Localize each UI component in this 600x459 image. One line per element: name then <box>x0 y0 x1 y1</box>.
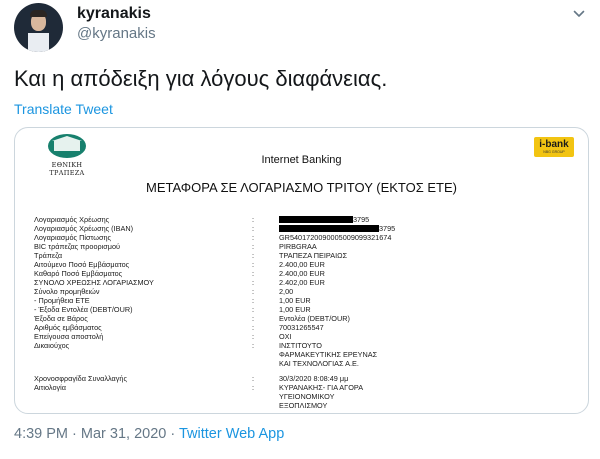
receipt-row: ΕΞΟΠΛΙΣΜΟΥ <box>34 401 574 410</box>
row-value: 70031265547 <box>279 323 324 332</box>
row-label: BIC τράπεζας προορισμού <box>34 242 121 251</box>
row-label: - Προμήθεια ΕΤΕ <box>34 296 90 305</box>
source-app-link[interactable]: Twitter Web App <box>179 426 284 442</box>
receipt-row: BIC τράπεζας προορισμού: PIRBGRAA <box>34 242 317 251</box>
receipt-details: Λογαριασμός Χρέωσης:3795 Λογαριασμός Χρέ… <box>34 215 574 410</box>
row-label: Λογαριασμός Πίστωσης <box>34 233 112 242</box>
receipt-row: ΦΑΡΜΑΚΕΥΤΙΚΗΣ ΕΡΕΥΝΑΣ <box>34 350 574 359</box>
author-name[interactable]: kyranakis <box>77 5 151 23</box>
receipt-row: Λογαριασμός Πίστωσης: GR54017200900050090… <box>34 233 392 242</box>
receipt-title: Internet Banking <box>261 154 342 166</box>
receipt-row: Τράπεζα: ΤΡΑΠΕΖΑ ΠΕΙΡΑΙΩΣ <box>34 251 348 260</box>
receipt-row: - Προμήθεια ΕΤΕ:1,00 EUR <box>34 296 311 305</box>
row-label: Αριθμός εμβάσματος <box>34 323 102 332</box>
receipt-row: Αριθμός εμβάσματος:70031265547 <box>34 323 324 332</box>
row-value: 1,00 EUR <box>279 296 311 305</box>
row-value: 2.400,00 EUR <box>279 269 325 278</box>
receipt-image[interactable]: ΕΘΝΙΚΗ ΤΡΑΠΕΖΑ i-bank NBG GROUP Internet… <box>14 127 589 414</box>
tweet-date[interactable]: Mar 31, 2020 <box>81 426 166 442</box>
separator: · <box>166 426 179 442</box>
redaction-bar <box>279 225 379 232</box>
row-label: Σύνολο προμηθειών <box>34 287 100 296</box>
row-value: PIRBGRAA <box>279 242 317 251</box>
row-label: Λογαριασμός Χρέωσης (IBAN) <box>34 224 134 233</box>
receipt-row: Αιτούμενο Ποσό Εμβάσματος:2.400,00 EUR <box>34 260 325 269</box>
row-label: Τράπεζα <box>34 251 63 260</box>
avatar[interactable] <box>14 3 63 52</box>
row-value: ΥΓΕΙΟΝΟΜΙΚΟΥ <box>279 392 335 401</box>
row-label: Καθαρό Ποσό Εμβάσματος <box>34 269 123 278</box>
row-label: Αιτούμενο Ποσό Εμβάσματος <box>34 260 130 269</box>
row-value: ΚΑΙ ΤΕΧΝΟΛΟΓΙΑΣ Α.Ε. <box>279 359 359 368</box>
receipt-row: Επείγουσα αποστολή: ΟΧΙ <box>34 332 292 341</box>
row-value: ΚΥΡΑΝΑΚΗΣ- ΓΙΑ ΑΓΟΡΑ <box>279 383 364 392</box>
receipt-row: ΥΓΕΙΟΝΟΜΙΚΟΥ <box>34 392 574 401</box>
receipt-row: - Έξοδα Εντολέα (DEBT/OUR):1,00 EUR <box>34 305 311 314</box>
row-label: Χρονοσφραγίδα Συναλλαγής <box>34 374 127 383</box>
ibank-logo-text: i-bank <box>539 139 569 150</box>
row-value: ΟΧΙ <box>279 332 292 341</box>
tweet-time[interactable]: 4:39 PM <box>14 426 68 442</box>
avatar-shirt <box>28 33 49 52</box>
row-value: 1,00 EUR <box>279 305 311 314</box>
row-value: 3795 <box>279 224 395 233</box>
receipt-row: Αιτιολογία: ΚΥΡΑΝΑΚΗΣ- ΓΙΑ ΑΓΟΡΑ <box>34 383 364 392</box>
receipt-row: Λογαριασμός Χρέωσης (IBAN):3795 <box>34 224 396 233</box>
receipt-row: Λογαριασμός Χρέωσης:3795 <box>34 215 370 224</box>
tweet-text: Και η απόδειξη για λόγους διαφάνειας. <box>14 66 388 91</box>
row-value: 2.400,00 EUR <box>279 260 325 269</box>
receipt-row: Δικαιούχος: ΙΝΣΤΙΤΟΥΤΟ <box>34 341 322 350</box>
row-value: ΕΞΟΠΛΙΣΜΟΥ <box>279 401 328 410</box>
row-label: Επείγουσα αποστολή <box>34 332 104 341</box>
author-handle[interactable]: @kyranakis <box>77 25 156 42</box>
row-value: GR5401720090005009099321674 <box>279 233 392 242</box>
separator: · <box>68 426 81 442</box>
row-label: Έξοδα σε Βάρος <box>34 314 88 323</box>
row-value: 2.402,00 EUR <box>279 278 325 287</box>
receipt-row: Έξοδα σε Βάρος: Εντολέα (DEBT/OUR) <box>34 314 350 323</box>
row-value: ΦΑΡΜΑΚΕΥΤΙΚΗΣ ΕΡΕΥΝΑΣ <box>279 350 378 359</box>
avatar-hair <box>30 10 47 17</box>
row-label: - Έξοδα Εντολέα (DEBT/OUR) <box>34 305 133 314</box>
row-label: Αιτιολογία <box>34 383 66 392</box>
row-label: ΣΥΝΟΛΟ ΧΡΕΩΣΗΣ ΛΟΓΑΡΙΑΣΜΟΥ <box>34 278 154 287</box>
receipt-row: ΚΑΙ ΤΕΧΝΟΛΟΓΙΑΣ Α.Ε. <box>34 359 574 368</box>
receipt-row: Σύνολο προμηθειών:2,00 <box>34 287 294 296</box>
row-label: Λογαριασμός Χρέωσης <box>34 215 110 224</box>
redaction-bar <box>279 216 353 223</box>
row-value: ΙΝΣΤΙΤΟΥΤΟ <box>279 341 322 350</box>
row-value: 2,00 <box>279 287 294 296</box>
row-value: ΤΡΑΠΕΖΑ ΠΕΙΡΑΙΩΣ <box>279 251 348 260</box>
receipt-row: Καθαρό Ποσό Εμβάσματος:2.400,00 EUR <box>34 269 325 278</box>
row-label: Δικαιούχος <box>34 341 70 350</box>
translate-tweet-link[interactable]: Translate Tweet <box>14 101 113 117</box>
receipt-row: Χρονοσφραγίδα Συναλλαγής:30/3/2020 8:08:… <box>34 374 349 383</box>
chevron-down-icon[interactable] <box>573 8 585 20</box>
receipt-subtitle: ΜΕΤΑΦΟΡΑ ΣΕ ΛΟΓΑΡΙΑΣΜΟ ΤΡΙΤΟΥ (ΕΚΤΟΣ ΕΤΕ… <box>145 180 458 195</box>
row-value: 30/3/2020 8:08:49 μμ <box>279 374 349 383</box>
row-value: 3795 <box>279 215 369 224</box>
tweet-timestamp: 4:39 PM · Mar 31, 2020 · Twitter Web App <box>14 426 284 442</box>
receipt-row: ΣΥΝΟΛΟ ΧΡΕΩΣΗΣ ΛΟΓΑΡΙΑΣΜΟΥ:2.402,00 EUR <box>34 278 325 287</box>
row-value: Εντολέα (DEBT/OUR) <box>279 314 350 323</box>
